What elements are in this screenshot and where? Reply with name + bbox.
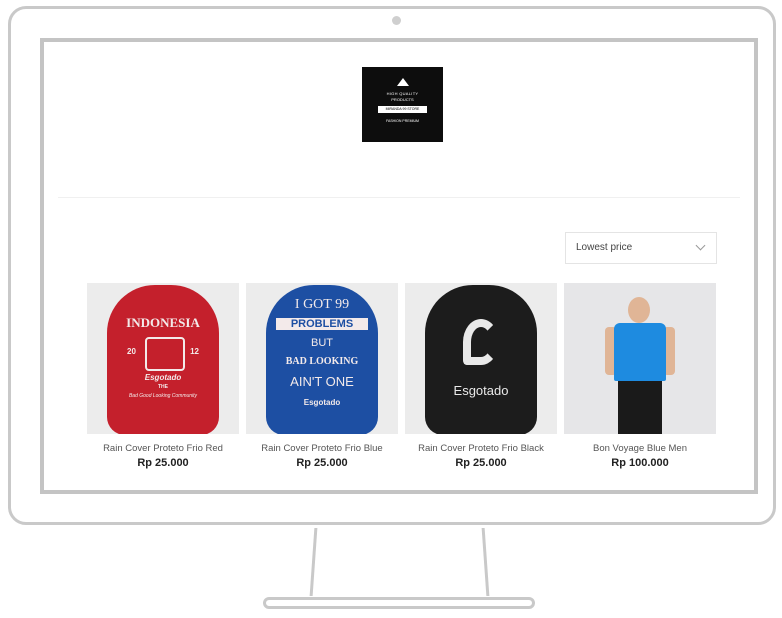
product-print-text: Esgotado bbox=[144, 373, 182, 382]
sort-selected-value: Lowest price bbox=[576, 242, 633, 253]
product-price: Rp 25.000 bbox=[455, 457, 507, 469]
logo-line-2: PRODUCTS bbox=[391, 97, 414, 102]
product-print-text: BAD LOOKING bbox=[285, 356, 359, 367]
product-card[interactable]: INDONESIA 20 12 Esgotado THE Bad Good Lo… bbox=[87, 283, 239, 469]
product-image[interactable]: INDONESIA 20 12 Esgotado THE Bad Good Lo… bbox=[87, 283, 239, 434]
tshirt-model-image bbox=[605, 297, 675, 434]
store-logo[interactable]: HIGH QUALITY PRODUCTS MIRANDA 99 STORE F… bbox=[362, 67, 443, 142]
product-name[interactable]: Bon Voyage Blue Men bbox=[564, 443, 716, 454]
product-print-text: INDONESIA bbox=[126, 315, 200, 330]
product-print-text: AIN'T ONE bbox=[290, 374, 354, 389]
product-card[interactable]: Esgotado Rain Cover Proteto Frio Black R… bbox=[405, 283, 557, 469]
product-print-text: 12 bbox=[190, 347, 199, 356]
product-print-text: I GOT 99 bbox=[294, 297, 350, 312]
red-rain-cover-image: INDONESIA 20 12 Esgotado THE Bad Good Lo… bbox=[107, 285, 219, 434]
product-print-text: THE bbox=[158, 384, 168, 390]
brand-logo-icon bbox=[463, 319, 499, 365]
logo-line-3: FASHION PREMIUM bbox=[386, 119, 419, 123]
product-price: Rp 25.000 bbox=[296, 457, 348, 469]
product-price: Rp 25.000 bbox=[137, 457, 189, 469]
black-rain-cover-image: Esgotado bbox=[425, 285, 537, 434]
product-name[interactable]: Rain Cover Proteto Frio Red bbox=[87, 443, 239, 454]
camera-dot bbox=[392, 16, 401, 25]
product-print-text: BUT bbox=[311, 337, 333, 349]
product-image[interactable]: I GOT 99 PROBLEMS BUT BAD LOOKING AIN'T … bbox=[246, 283, 398, 434]
sort-select[interactable]: Lowest price bbox=[565, 232, 717, 264]
product-price: Rp 100.000 bbox=[611, 457, 669, 469]
product-card[interactable]: I GOT 99 PROBLEMS BUT BAD LOOKING AIN'T … bbox=[246, 283, 398, 469]
product-print-text: Esgotado bbox=[303, 398, 341, 407]
monitor-base bbox=[263, 597, 535, 609]
product-image[interactable]: Esgotado bbox=[405, 283, 557, 434]
product-name[interactable]: Rain Cover Proteto Frio Black bbox=[405, 443, 557, 454]
logo-line-1: HIGH QUALITY bbox=[386, 91, 419, 96]
chevron-down-icon bbox=[695, 240, 706, 251]
blue-rain-cover-image: I GOT 99 PROBLEMS BUT BAD LOOKING AIN'T … bbox=[266, 285, 378, 434]
browser-screen: HIGH QUALITY PRODUCTS MIRANDA 99 STORE F… bbox=[40, 38, 758, 494]
product-card[interactable]: Bon Voyage Blue Men Rp 100.000 bbox=[564, 283, 716, 469]
product-print-text: Bad Good Looking Community bbox=[128, 393, 198, 399]
product-print-text: Esgotado bbox=[453, 383, 509, 398]
monitor-stand bbox=[309, 528, 490, 606]
product-name[interactable]: Rain Cover Proteto Frio Blue bbox=[246, 443, 398, 454]
product-print-text: PROBLEMS bbox=[276, 318, 368, 330]
logo-ribbon: MIRANDA 99 STORE bbox=[378, 106, 427, 113]
product-image[interactable] bbox=[564, 283, 716, 434]
mountain-icon bbox=[397, 78, 409, 86]
header-divider bbox=[58, 197, 740, 198]
